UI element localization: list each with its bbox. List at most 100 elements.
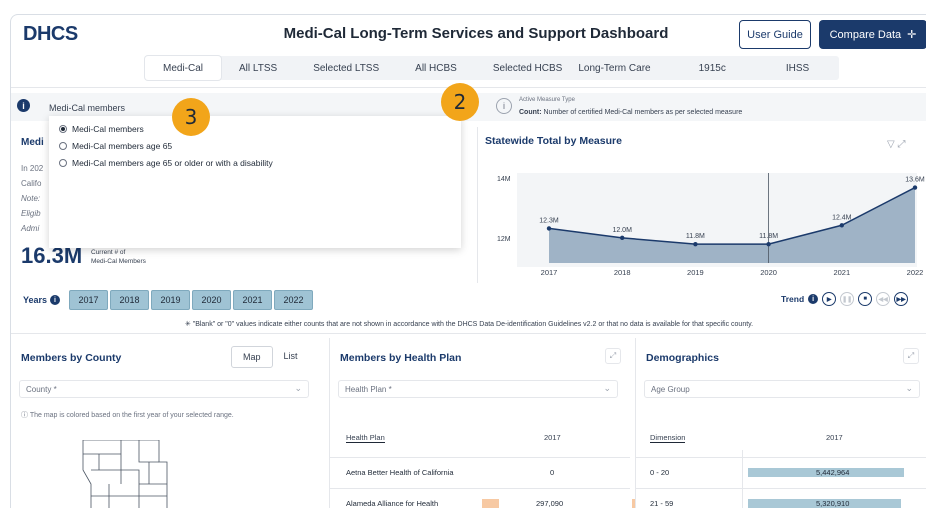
- statewide-chart: 14M 12M 12.3M 2017 12.0M 2018 11.8M 2019 11.8M 20…: [497, 173, 925, 277]
- filter-icon[interactable]: ▽: [887, 139, 895, 150]
- year-buttons: 2017 2018 2019 2020 2021 2022: [69, 290, 313, 310]
- x-tick-label: 2020: [760, 268, 777, 277]
- demographics-panel: Demographics ⤢ Age Group ⌄ Dimension 201…: [635, 338, 926, 508]
- data-label: 11.8M: [686, 233, 705, 240]
- stop-icon[interactable]: ■: [858, 292, 873, 306]
- county-select[interactable]: County * ⌄: [19, 380, 309, 398]
- x-tick-label: 2022: [907, 268, 924, 277]
- table-row: Alameda Alliance for Health 297,090: [330, 488, 635, 508]
- col-header-dimension[interactable]: Dimension: [650, 433, 686, 443]
- compare-data-button[interactable]: Compare Data ✛: [819, 20, 926, 49]
- trend-controls: Trend i ▶ ❚❚ ■ ◀◀ ▶▶: [781, 292, 909, 306]
- chart-toolbar: ▽ ⤢: [887, 139, 905, 150]
- age-group-select[interactable]: Age Group ⌄: [644, 380, 920, 398]
- step-badge: 3: [172, 98, 210, 136]
- map-list-toggle: Map List: [231, 346, 309, 368]
- years-label: Years i: [23, 295, 61, 305]
- expand-icon[interactable]: ⤢: [605, 348, 621, 364]
- plan-name: Aetna Better Health of California: [346, 468, 454, 477]
- chevron-down-icon: ⌄: [603, 383, 611, 393]
- expand-icon[interactable]: ⤢: [903, 348, 919, 364]
- step-badge: 2: [441, 83, 479, 121]
- data-point: [912, 185, 918, 190]
- col-header-year[interactable]: 2017: [826, 433, 843, 442]
- chart-title: Statewide Total by Measure: [485, 135, 622, 147]
- list-toggle[interactable]: List: [273, 346, 309, 368]
- x-tick-label: 2021: [833, 268, 850, 277]
- plan-bar: [482, 499, 499, 508]
- tab-selected-hcbs[interactable]: Selected HCBS: [475, 56, 570, 80]
- data-point: [620, 235, 625, 241]
- dhcs-logo: DHCS: [23, 23, 78, 45]
- tab-all-ltss[interactable]: All LTSS: [221, 56, 295, 80]
- measure-option[interactable]: Medi-Cal members age 65 or older or with…: [49, 154, 461, 171]
- tab-long-term-care[interactable]: Long-Term Care: [570, 56, 668, 80]
- play-icon[interactable]: ▶: [822, 292, 837, 306]
- table-row: 21 - 59 5,320,910: [636, 488, 926, 508]
- data-label: 12.4M: [832, 214, 852, 221]
- data-label: 11.8M: [759, 233, 778, 240]
- year-button[interactable]: 2020: [192, 290, 231, 310]
- radio: [59, 141, 67, 150]
- tab-ihss[interactable]: IHSS: [756, 56, 839, 80]
- county-panel-title: Members by County: [21, 352, 122, 364]
- summary-title: Medi: [21, 137, 44, 148]
- year-button[interactable]: 2019: [151, 290, 190, 310]
- measure-dropdown: Medi-Cal members Medi-Cal members age 65…: [49, 116, 461, 248]
- data-label: 13.6M: [905, 177, 925, 184]
- compare-data-label: Compare Data: [829, 28, 902, 41]
- health-plan-panel-title: Members by Health Plan: [340, 352, 462, 364]
- tab-selected-ltss[interactable]: Selected LTSS: [295, 56, 397, 80]
- demographics-panel-title: Demographics: [646, 352, 719, 364]
- data-label: 12.3M: [539, 217, 559, 224]
- disclaimer: ✳ "Blank" or "0" values indicate either …: [184, 321, 754, 328]
- data-point: [766, 241, 771, 247]
- user-guide-button[interactable]: User Guide: [739, 20, 811, 49]
- info-circle-icon: i: [496, 98, 512, 114]
- plan-name: Alameda Alliance for Health: [346, 499, 439, 508]
- active-measure-label: Active Measure Type: [519, 97, 575, 103]
- chevron-down-icon: ⌄: [294, 383, 302, 393]
- info-icon[interactable]: i: [50, 295, 61, 305]
- data-point: [546, 226, 552, 231]
- map-note: ⓘ The map is colored based on the first …: [21, 412, 234, 419]
- x-tick-label: 2019: [687, 268, 704, 277]
- skip-end-icon[interactable]: ▶▶: [894, 292, 909, 306]
- tab-all-hcbs[interactable]: All HCBS: [397, 56, 475, 80]
- info-icon[interactable]: i: [17, 99, 30, 112]
- measure-option[interactable]: Medi-Cal members age 65: [49, 137, 461, 154]
- table-row: Aetna Better Health of California 0: [330, 457, 630, 487]
- info-icon[interactable]: i: [808, 294, 819, 304]
- y-tick-label: 14M: [497, 176, 511, 183]
- california-map[interactable]: [69, 440, 179, 508]
- county-panel: Members by County Map List County * ⌄ ⓘ …: [11, 338, 323, 508]
- measure-option[interactable]: Medi-Cal members: [49, 120, 461, 137]
- pause-icon[interactable]: ❚❚: [840, 292, 855, 306]
- x-tick-label: 2017: [541, 268, 558, 277]
- year-button[interactable]: 2021: [233, 290, 272, 310]
- tab-1915c[interactable]: 1915c: [669, 56, 756, 80]
- year-button[interactable]: 2022: [274, 290, 313, 310]
- x-tick-label: 2018: [614, 268, 631, 277]
- demographic-value: 5,442,964: [816, 468, 850, 477]
- year-button[interactable]: 2018: [110, 290, 149, 310]
- dimension-label: 0 - 20: [650, 468, 670, 477]
- rewind-icon[interactable]: ◀◀: [876, 292, 891, 306]
- health-plan-panel: Members by Health Plan ⤢ Health Plan * ⌄…: [329, 338, 640, 508]
- data-label: 12.0M: [612, 227, 632, 234]
- plus-icon: ✛: [907, 29, 917, 41]
- years-bar: Years i 2017 2018 2019 2020 2021 2022 Tr…: [11, 290, 926, 316]
- radio-selected: [59, 124, 67, 133]
- tab-medi-cal[interactable]: Medi-Cal: [145, 56, 222, 80]
- y-tick-label: 12M: [497, 236, 511, 243]
- measure-select[interactable]: Medi-Cal members: [39, 98, 469, 118]
- data-point: [693, 241, 698, 247]
- year-button[interactable]: 2017: [69, 290, 108, 310]
- col-header-year[interactable]: 2017: [544, 433, 561, 442]
- health-plan-select[interactable]: Health Plan * ⌄: [338, 380, 618, 398]
- col-header-plan[interactable]: Health Plan: [346, 433, 385, 443]
- map-toggle[interactable]: Map: [231, 346, 273, 368]
- chevron-down-icon: ⌄: [905, 383, 913, 393]
- expand-icon[interactable]: ⤢: [897, 139, 905, 150]
- divider: [11, 333, 926, 334]
